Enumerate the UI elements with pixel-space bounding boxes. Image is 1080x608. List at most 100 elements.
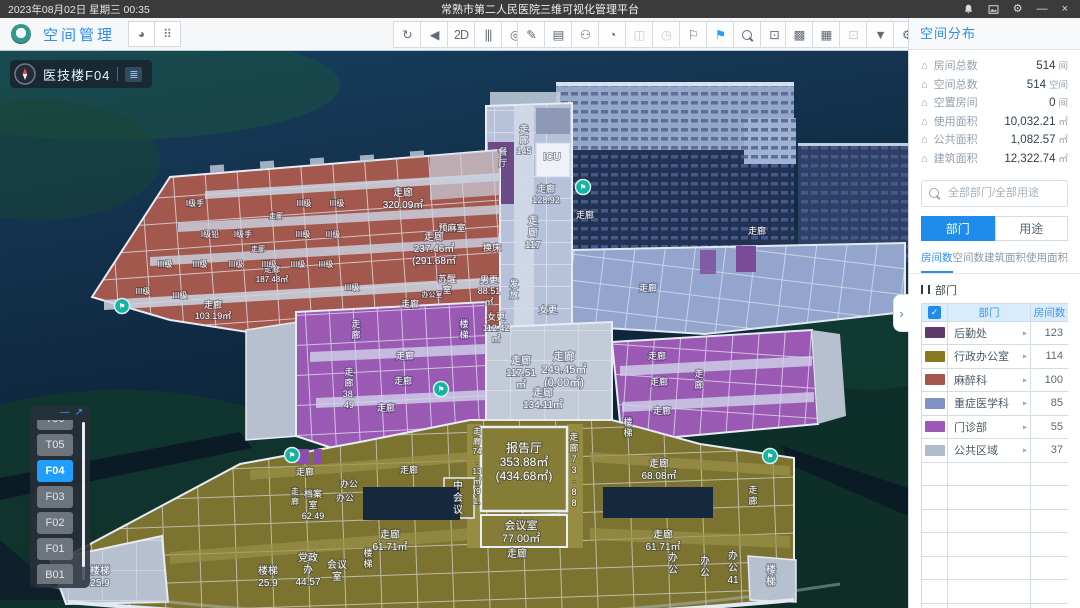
- room-count: 37: [1031, 439, 1069, 463]
- people-icon[interactable]: ⚇: [571, 21, 599, 48]
- floor-button-T06[interactable]: T06: [37, 420, 73, 430]
- stat-unit: 间: [1058, 58, 1068, 72]
- room-label: III级: [319, 259, 334, 269]
- room-label: 女更: [539, 304, 557, 315]
- svg-text:⚑: ⚑: [766, 452, 773, 461]
- data-table-icon[interactable]: ▦: [812, 21, 840, 48]
- row-expand-icon[interactable]: ▸: [1023, 352, 1027, 361]
- room-label: III级: [173, 290, 188, 300]
- subtab-use-area[interactable]: 使用面积: [1026, 250, 1068, 273]
- floor-split-icon[interactable]: |||: [474, 21, 502, 48]
- building-badge[interactable]: 医技楼F04 ≣: [10, 60, 152, 88]
- table-row[interactable]: 公共区域▸37: [922, 439, 1069, 463]
- row-expand-icon[interactable]: ▸: [1023, 375, 1027, 384]
- measure-pen-icon[interactable]: ✎: [517, 21, 545, 48]
- compass-icon: [14, 63, 36, 85]
- stat-value: 10,032.21: [1004, 116, 1055, 128]
- minimize-icon[interactable]: —: [1037, 4, 1048, 15]
- stat-value: 12,322.74: [1004, 153, 1055, 165]
- subtab-room-count[interactable]: 房间数: [921, 250, 953, 273]
- room-count: 55: [1031, 415, 1069, 439]
- building-badge-label: 医技楼F04: [43, 65, 110, 84]
- flag-marker-icon[interactable]: ⚐: [679, 21, 707, 48]
- app-header: 空间管理 ◕⠿ ↻◀2D|||◎✎▤⚇◔◫◷⚐⚑⊡▥▩▦⊡▼⚙: [0, 18, 908, 51]
- room-label: 走廊38.49: [343, 367, 356, 410]
- select-all-checkbox[interactable]: ✓: [928, 306, 941, 319]
- device-marker[interactable]: ⚑: [763, 449, 778, 464]
- floors-minimize-icon[interactable]: —: [60, 407, 70, 418]
- table-row[interactable]: 行政办公室▸114: [922, 345, 1069, 369]
- orientation-icon[interactable]: ◀: [420, 21, 448, 48]
- grid-view-icon[interactable]: ⠿: [154, 21, 181, 47]
- room-label: III级: [193, 259, 208, 269]
- column-room-count: 房间数: [1031, 303, 1069, 321]
- room-label: 办公: [668, 551, 678, 576]
- building-icon: ⌂: [921, 116, 928, 128]
- close-icon[interactable]: ×: [1062, 4, 1068, 15]
- mode-2d-icon[interactable]: 2D: [447, 21, 475, 48]
- layout-blocks-icon[interactable]: ▩: [785, 21, 813, 48]
- floor-button-B01[interactable]: B01: [37, 564, 73, 584]
- empty-table-row: [922, 533, 1069, 557]
- stat-label: 空间总数: [934, 76, 978, 92]
- floor-button-F04[interactable]: F04: [37, 460, 73, 482]
- row-expand-icon[interactable]: ▸: [1023, 446, 1027, 455]
- floors-expand-icon[interactable]: ↗: [75, 407, 83, 418]
- notification-bell-icon[interactable]: [963, 4, 974, 15]
- app-title: 空间管理: [43, 24, 115, 45]
- building-icon: ⌂: [921, 153, 928, 165]
- room-label: I级手: [234, 229, 252, 239]
- empty-table-row: [922, 462, 1069, 486]
- room-label: III级: [345, 282, 360, 292]
- row-expand-icon[interactable]: ▸: [1023, 328, 1027, 337]
- floor-list-icon[interactable]: ≣: [125, 67, 142, 82]
- device-marker[interactable]: ⚑: [576, 180, 591, 195]
- history-clock-icon[interactable]: ◷: [652, 21, 680, 48]
- settings-gear-icon[interactable]: ⚙: [1013, 4, 1023, 15]
- room-label: III级: [136, 286, 151, 296]
- device-marker[interactable]: ⚑: [285, 448, 300, 463]
- dept-name: 门诊部: [954, 422, 987, 434]
- device-marker[interactable]: ⚑: [115, 299, 130, 314]
- svg-text:⚑: ⚑: [288, 451, 295, 460]
- subtab-gross-area[interactable]: 建筑面积: [984, 250, 1026, 273]
- floor-button-F01[interactable]: F01: [37, 538, 73, 560]
- row-expand-icon[interactable]: ▸: [1023, 422, 1027, 431]
- edit-disabled-icon[interactable]: ⊡: [839, 21, 867, 48]
- screenshot-icon[interactable]: [988, 4, 999, 15]
- search-icon[interactable]: [733, 21, 761, 48]
- camera-icon[interactable]: ◫: [625, 21, 653, 48]
- room-label: III级: [262, 259, 277, 269]
- reset-view-icon[interactable]: ↻: [393, 21, 421, 48]
- filter-funnel-icon[interactable]: ▼: [866, 21, 894, 48]
- tab-usage[interactable]: 用途: [995, 216, 1069, 241]
- table-row[interactable]: 重症医学科▸85: [922, 392, 1069, 416]
- subtab-space-count[interactable]: 空间数: [953, 250, 985, 273]
- edit-box-icon[interactable]: ⊡: [760, 21, 788, 48]
- device-marker[interactable]: ⚑: [434, 382, 449, 397]
- dashboard-gauge-icon[interactable]: ◔: [598, 21, 626, 48]
- view-mode-buttons: ◕⠿: [129, 21, 181, 47]
- tab-department[interactable]: 部门: [921, 216, 995, 241]
- search-box[interactable]: [921, 180, 1068, 207]
- panel-collapse-toggle[interactable]: ›: [893, 294, 909, 332]
- table-row[interactable]: 后勤处▸123: [922, 321, 1069, 345]
- floor-button-T05[interactable]: T05: [37, 434, 73, 456]
- space-flag-icon[interactable]: ⚑: [706, 21, 734, 48]
- column-department: 部门: [948, 303, 1031, 321]
- search-input[interactable]: [946, 186, 1060, 200]
- floor-button-F02[interactable]: F02: [37, 512, 73, 534]
- svg-text:⚑: ⚑: [579, 183, 586, 192]
- 3d-scene-viewport[interactable]: 走廊320.09㎡预麻室走廊237.46㎡(291.68㎡换床苏醒室男更88.5…: [0, 50, 908, 608]
- floors-scrollbar[interactable]: [82, 422, 85, 580]
- stat-unit: ㎡: [1058, 151, 1068, 165]
- stat-value: 514: [1027, 79, 1046, 91]
- table-row[interactable]: 门诊部 ▸ 55: [922, 415, 1069, 439]
- row-expand-icon[interactable]: ▸: [1023, 399, 1027, 408]
- panel-title: 空间分布: [909, 18, 1080, 50]
- id-card-icon[interactable]: ▤: [544, 21, 572, 48]
- section-header: 部门: [909, 274, 1080, 303]
- table-row[interactable]: 麻醉科▸100: [922, 368, 1069, 392]
- pie-view-icon[interactable]: ◕: [128, 21, 155, 47]
- floor-button-F03[interactable]: F03: [37, 486, 73, 508]
